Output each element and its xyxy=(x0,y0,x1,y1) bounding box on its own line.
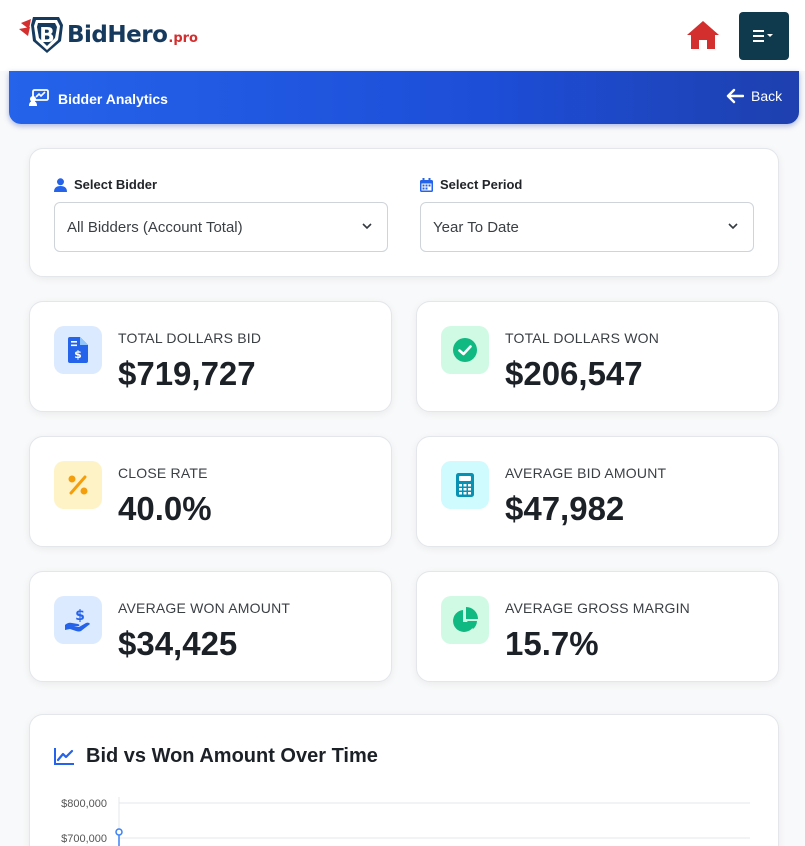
stat-label: AVERAGE GROSS MARGIN xyxy=(505,600,690,616)
stat-value: 40.0% xyxy=(118,490,212,527)
hand-holding-dollar-icon: $ xyxy=(65,608,90,632)
stat-value: 15.7% xyxy=(505,625,599,662)
analytics-icon xyxy=(29,89,49,106)
stat-label: CLOSE RATE xyxy=(118,465,208,481)
y-tick-label: $700,000 xyxy=(61,833,107,845)
stat-icon-box xyxy=(54,461,102,509)
back-button-label: Back xyxy=(751,88,783,104)
series-point[interactable] xyxy=(115,828,123,836)
bidder-select-value: All Bidders (Account Total) xyxy=(67,218,243,236)
stat-card-total-dollars-won: TOTAL DOLLARS WON $206,547 xyxy=(416,301,779,412)
stat-label: AVERAGE WON AMOUNT xyxy=(118,600,291,616)
period-select[interactable]: Year To Date xyxy=(420,202,754,252)
page-title: Bidder Analytics xyxy=(58,91,168,107)
brand-logo[interactable]: B BidHero .pro xyxy=(19,15,198,55)
top-navbar: B BidHero .pro xyxy=(0,0,805,71)
y-tick-label: $800,000 xyxy=(61,798,107,810)
filters-card: Select Bidder All Bidders (Account Total… xyxy=(29,148,779,277)
stat-card-average-gross-margin: AVERAGE GROSS MARGIN 15.7% xyxy=(416,571,779,682)
bidhero-shield-logo-icon: B xyxy=(19,17,63,53)
select-bidder-label: Select Bidder xyxy=(54,177,157,192)
brand-name: BidHero xyxy=(67,22,168,48)
arrow-left-icon xyxy=(726,88,744,104)
stat-value: $206,547 xyxy=(505,355,643,392)
stat-value: $47,982 xyxy=(505,490,625,527)
check-circle-icon xyxy=(453,338,477,362)
stat-label: AVERAGE BID AMOUNT xyxy=(505,465,667,481)
hamburger-menu-icon xyxy=(753,30,773,42)
stat-icon-box: $ xyxy=(54,326,102,374)
stat-card-average-won-amount: $ AVERAGE WON AMOUNT $34,425 xyxy=(29,571,392,682)
stat-label: TOTAL DOLLARS WON xyxy=(505,330,660,346)
select-period-label: Select Period xyxy=(420,177,522,192)
line-chart: $800,000 $700,000 xyxy=(61,797,750,846)
stat-icon-box xyxy=(441,596,489,644)
percent-icon xyxy=(68,475,88,495)
svg-text:B: B xyxy=(39,23,54,47)
stat-card-close-rate: CLOSE RATE 40.0% xyxy=(29,436,392,547)
back-button[interactable]: Back xyxy=(726,88,782,104)
stat-icon-box: $ xyxy=(54,596,102,644)
stat-icon-box xyxy=(441,461,489,509)
stat-label: TOTAL DOLLARS BID xyxy=(118,330,262,346)
line-chart-icon xyxy=(54,748,74,765)
select-period-label-text: Select Period xyxy=(440,177,523,192)
chevron-down-icon xyxy=(362,223,372,230)
calculator-icon xyxy=(456,473,474,497)
home-button[interactable] xyxy=(685,18,721,52)
bidder-select[interactable]: All Bidders (Account Total) xyxy=(54,202,388,252)
invoice-dollar-icon: $ xyxy=(68,337,88,363)
stat-value: $34,425 xyxy=(118,625,238,662)
home-icon xyxy=(687,21,719,49)
stat-card-average-bid-amount: AVERAGE BID AMOUNT $47,982 xyxy=(416,436,779,547)
stat-value: $719,727 xyxy=(118,355,256,392)
brand-suffix: .pro xyxy=(168,30,198,46)
calendar-icon xyxy=(420,177,433,192)
menu-toggle-button[interactable] xyxy=(739,12,789,60)
pie-chart-icon xyxy=(453,607,478,632)
chart-title-text: Bid vs Won Amount Over Time xyxy=(86,745,378,767)
svg-text:$: $ xyxy=(75,608,85,624)
stat-icon-box xyxy=(441,326,489,374)
stat-card-total-dollars-bid: $ TOTAL DOLLARS BID $719,727 xyxy=(29,301,392,412)
period-select-value: Year To Date xyxy=(433,218,519,236)
bid-vs-won-chart-card: Bid vs Won Amount Over Time $800,000 $700… xyxy=(29,714,779,846)
chevron-down-icon xyxy=(728,223,738,230)
svg-text:$: $ xyxy=(74,348,82,361)
select-bidder-label-text: Select Bidder xyxy=(74,177,158,192)
page-header-bar: Bidder Analytics Back xyxy=(9,71,799,124)
chart-title: Bid vs Won Amount Over Time xyxy=(54,745,378,768)
user-icon xyxy=(54,177,67,192)
